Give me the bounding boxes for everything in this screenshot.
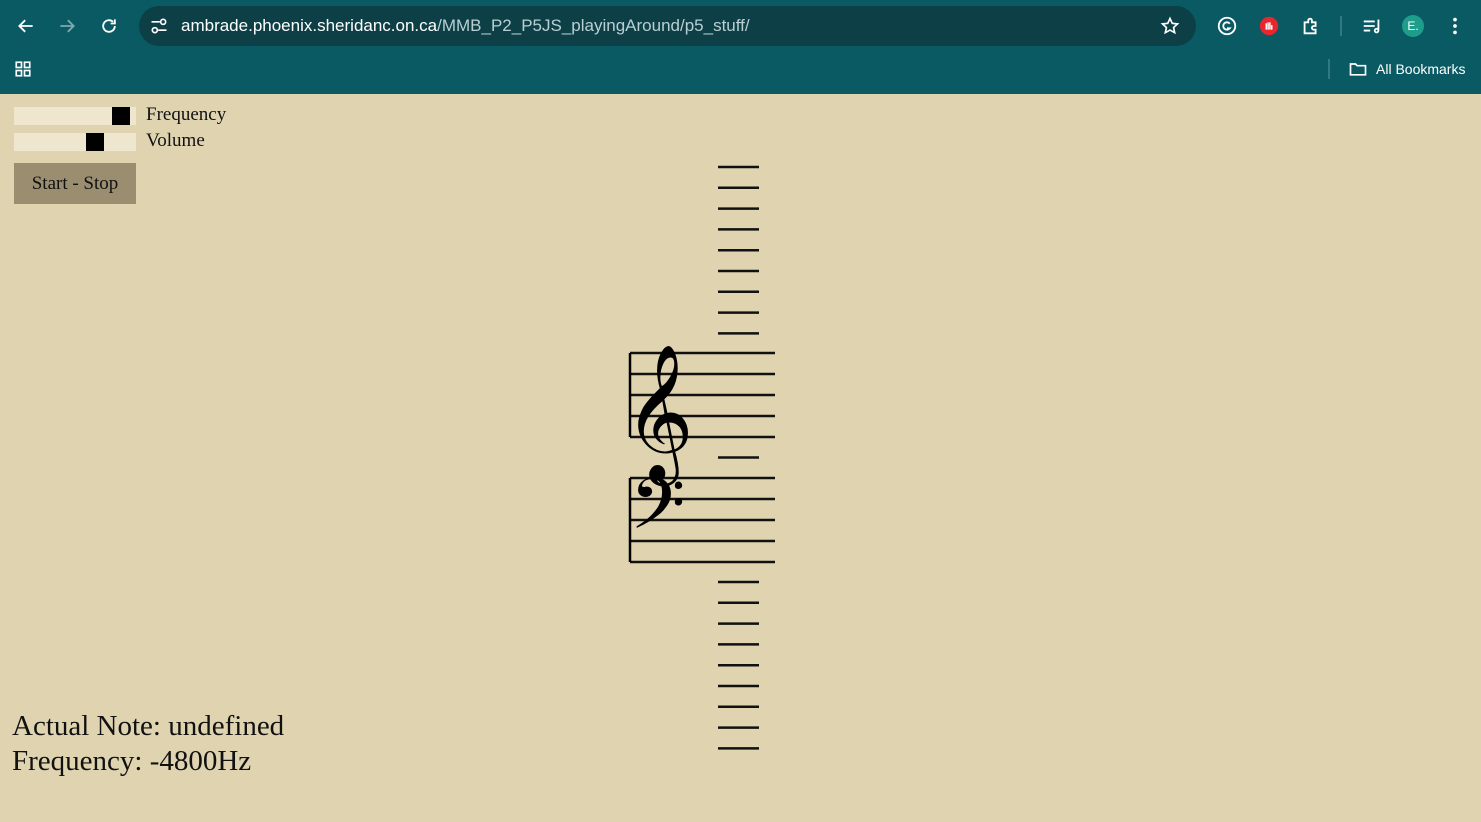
grand-staff: 𝄞 𝄢 xyxy=(624,165,775,750)
bass-clef-icon: 𝄢 xyxy=(630,463,685,563)
frequency-readout: Frequency: -4800Hz xyxy=(12,745,252,777)
ledger-lines xyxy=(718,165,759,750)
actual-note-readout: Actual Note: undefined xyxy=(12,710,285,742)
